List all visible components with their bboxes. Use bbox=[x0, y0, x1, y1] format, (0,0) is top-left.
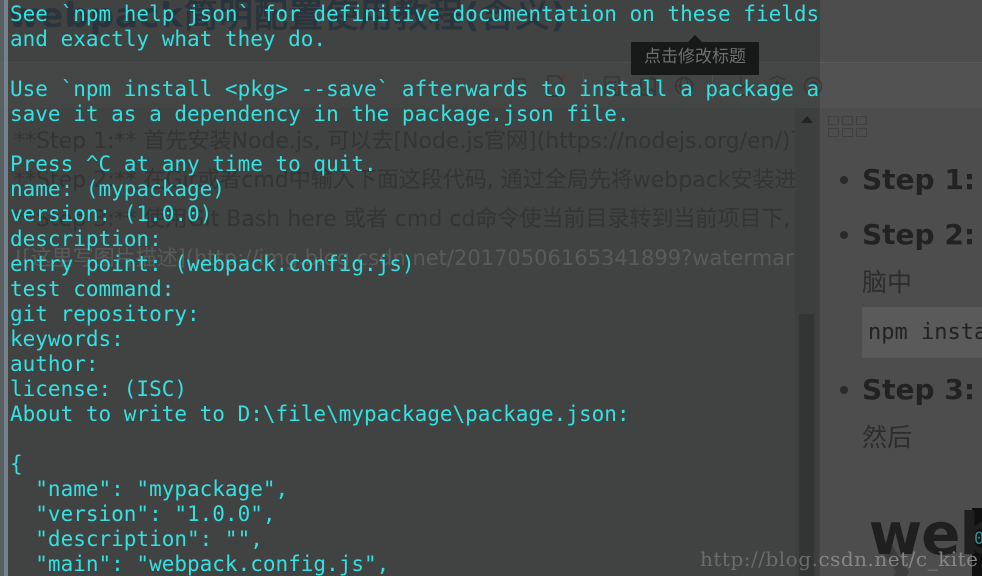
terminal-line: git repository: bbox=[10, 302, 200, 326]
terminal-line: "description": "", bbox=[10, 527, 263, 551]
terminal-line: keywords: bbox=[10, 327, 124, 351]
list-item: Step 1: bbox=[840, 156, 982, 203]
terminal-line: name: (mypackage) bbox=[10, 177, 225, 201]
terminal-line: description: bbox=[10, 227, 162, 251]
terminal-line: See `npm help json` for definitive docum… bbox=[10, 2, 820, 26]
preview-step-title: Step 1: bbox=[862, 163, 976, 196]
preview-step-sub: 然后 bbox=[862, 423, 913, 452]
terminal-line: "name": "mypackage", bbox=[10, 477, 289, 501]
list-item: Step 2: 脑中 npm install webpack -g bbox=[840, 211, 982, 358]
preview-step-title: Step 2: bbox=[862, 218, 976, 251]
terminal-line: entry point: (webpack.config.js) bbox=[10, 252, 415, 276]
terminal-line: About to write to D:\file\mypackage\pack… bbox=[10, 402, 630, 426]
terminal-line: "main": "webpack.config.js", bbox=[10, 552, 390, 576]
terminal-line: Use `npm install <pkg> --save` afterward… bbox=[10, 77, 820, 101]
terminal-line: license: (ISC) bbox=[10, 377, 188, 401]
markdown-preview-pane: Step 1: Step 2: 脑中 npm install webpack -… bbox=[818, 108, 982, 576]
preview-inline-code: npm install webpack -g bbox=[862, 307, 982, 358]
terminal-line: and exactly what they do. bbox=[10, 27, 327, 51]
terminal-line: test command: bbox=[10, 277, 175, 301]
preview-step-sub: 脑中 bbox=[862, 268, 913, 297]
preview-grid-icon[interactable] bbox=[828, 116, 867, 137]
terminal-line: Press ^C at any time to quit. bbox=[10, 152, 377, 176]
terminal-line: version: (1.0.0) bbox=[10, 202, 213, 226]
preview-step-title: Step 3: bbox=[862, 373, 976, 406]
terminal-line: { bbox=[10, 452, 23, 476]
terminal-line: save it as a dependency in the package.j… bbox=[10, 102, 630, 126]
preview-steps-list: Step 1: Step 2: 脑中 npm install webpack -… bbox=[840, 156, 982, 469]
terminal-output[interactable]: See `npm help json` for definitive docum… bbox=[8, 0, 820, 576]
terminal-line: "version": "1.0.0", bbox=[10, 502, 276, 526]
terminal-line: author: bbox=[10, 352, 99, 376]
list-item: Step 3: 然后 bbox=[840, 366, 982, 461]
terminal-window[interactable]: See `npm help json` for definitive docum… bbox=[0, 0, 820, 576]
